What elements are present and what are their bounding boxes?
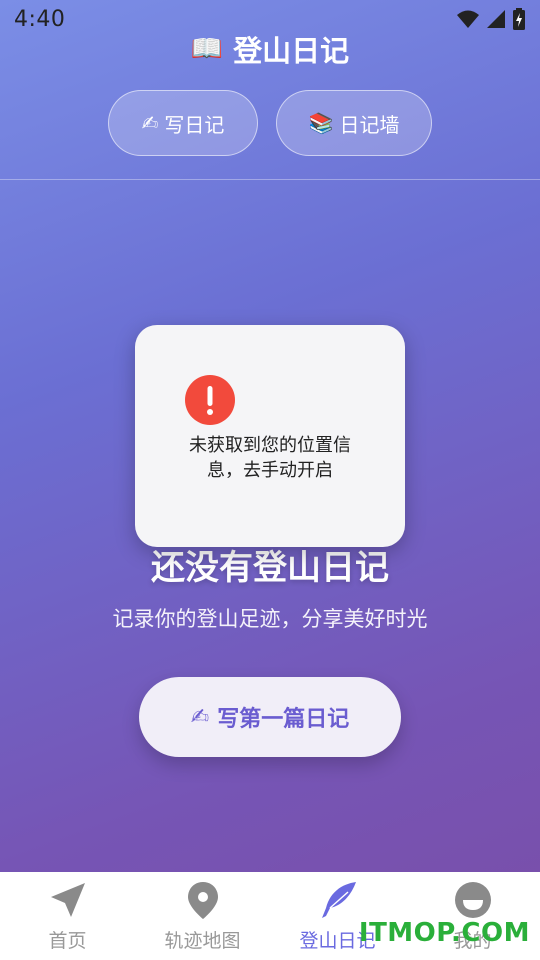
app-header: 📖 登山日记 ✍ 写日记 📚 日记墙	[0, 0, 540, 180]
toast-message: 未获取到您的位置信息，去手动开启	[189, 435, 351, 481]
tab-bar: ✍ 写日记 📚 日记墙	[0, 90, 540, 156]
navigation-arrow-icon	[48, 880, 88, 920]
write-first-diary-button[interactable]: ✍ 写第一篇日记	[139, 677, 401, 757]
feather-icon	[318, 880, 358, 920]
writing-hand-icon: ✍	[190, 704, 210, 730]
nav-label-home: 首页	[48, 930, 87, 952]
location-permission-toast: 未获取到您的位置信息，去手动开启	[135, 325, 405, 547]
nav-label-track-map: 轨迹地图	[164, 930, 241, 952]
alert-icon	[185, 375, 235, 425]
write-first-diary-label: 写第一篇日记	[217, 707, 350, 732]
profile-icon	[453, 880, 493, 920]
tab-write-diary[interactable]: ✍ 写日记	[108, 90, 258, 156]
page-title-text: 登山日记	[233, 34, 350, 68]
map-pin-icon	[183, 880, 223, 920]
nav-item-track-map[interactable]: 轨迹地图	[135, 880, 270, 953]
empty-state-subtitle: 记录你的登山足迹，分享美好时光	[112, 607, 428, 631]
tab-diary-wall-label: 日记墙	[339, 112, 400, 137]
tab-diary-wall[interactable]: 📚 日记墙	[276, 90, 432, 156]
writing-hand-icon: ✍	[141, 111, 159, 135]
page-title: 📖 登山日记	[0, 28, 540, 70]
open-book-icon: 📖	[190, 34, 224, 64]
nav-item-home[interactable]: 首页	[0, 880, 135, 953]
watermark: ITMOP.COM	[358, 918, 530, 948]
books-icon: 📚	[308, 111, 334, 135]
tab-write-diary-label: 写日记	[164, 112, 225, 137]
empty-state-title: 还没有登山日记	[151, 548, 389, 588]
